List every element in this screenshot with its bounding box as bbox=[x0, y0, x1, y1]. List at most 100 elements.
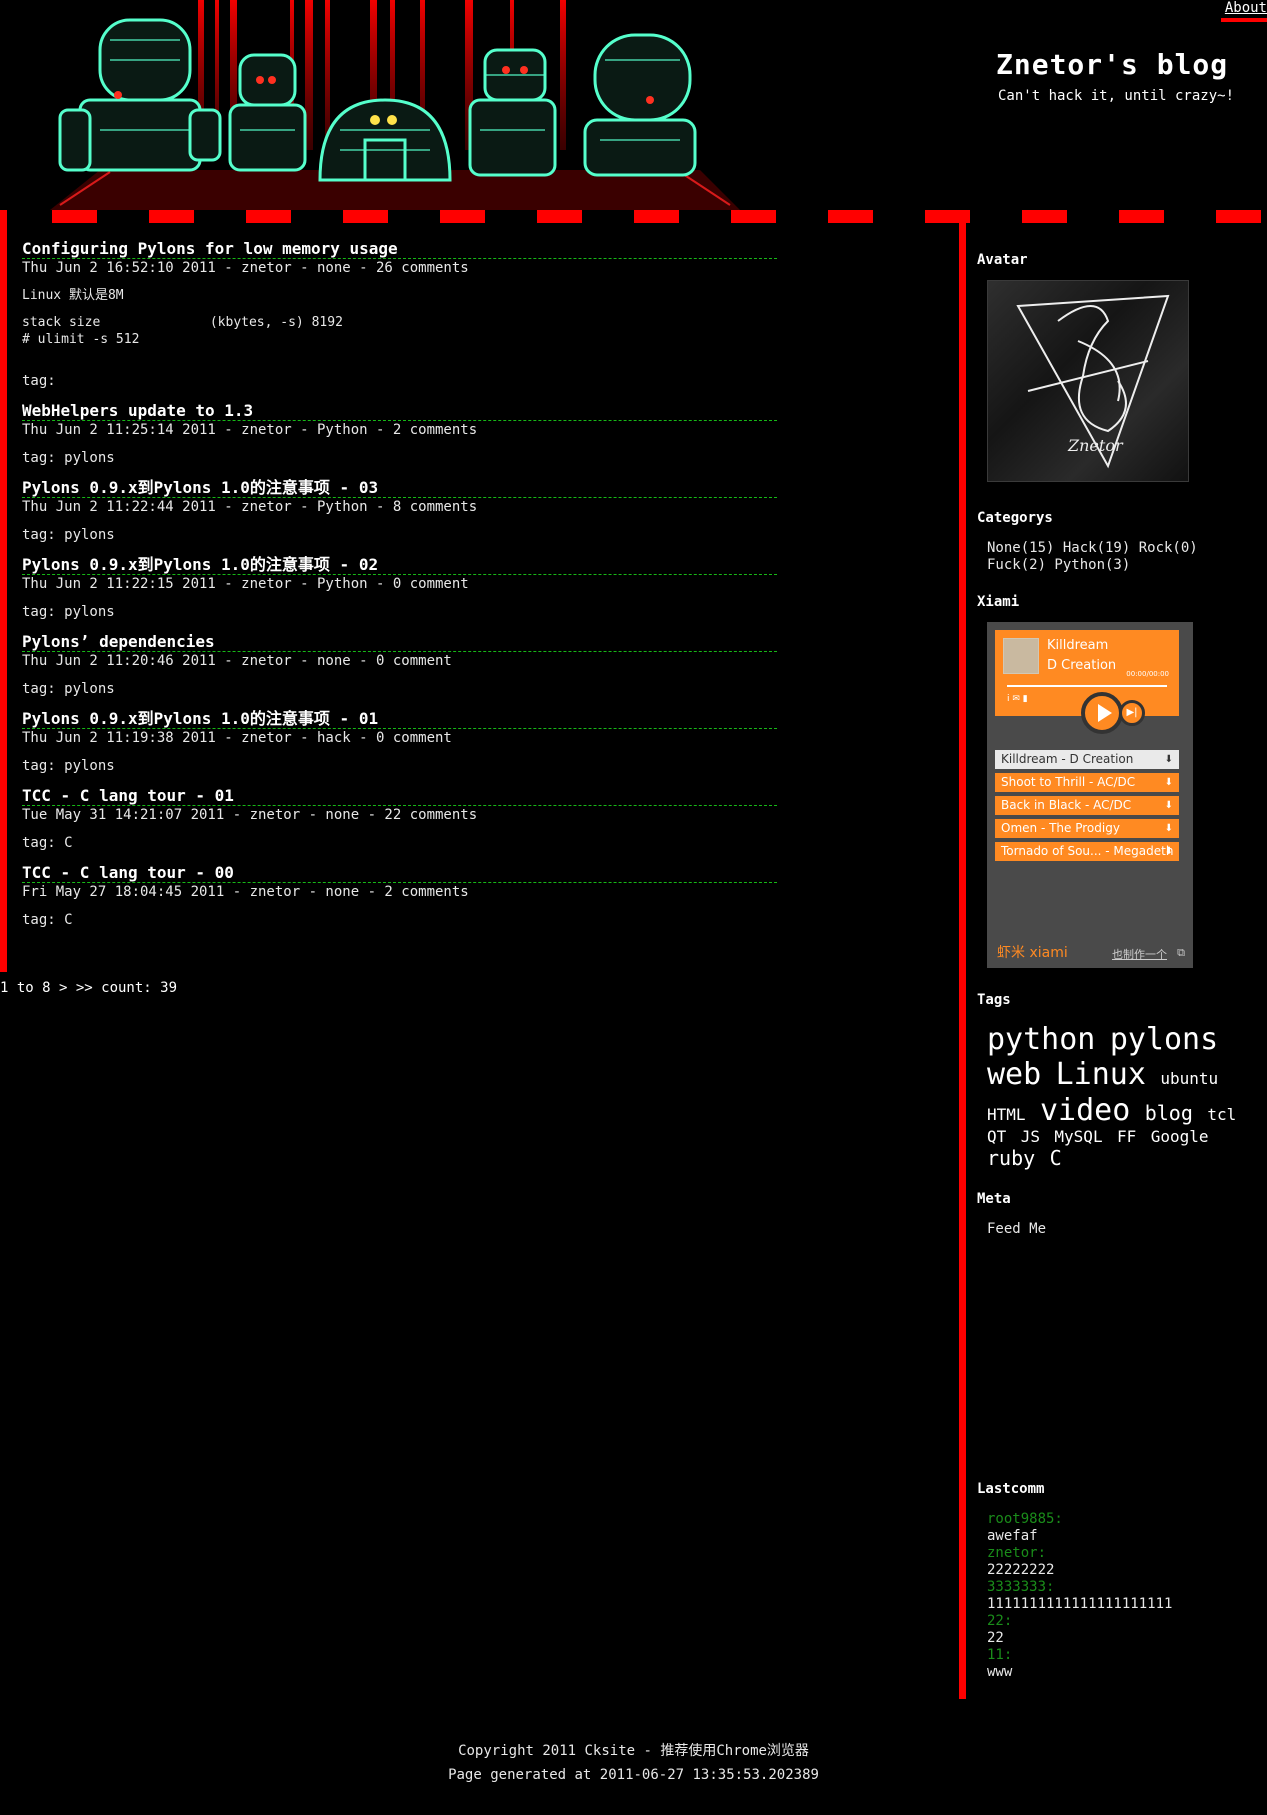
post-title[interactable]: WebHelpers update to 1.3 bbox=[22, 402, 777, 421]
site-title[interactable]: Znetor's blog bbox=[996, 48, 1228, 81]
post-title[interactable]: Pylons 0.9.x到Pylons 1.0的注意事项 - 02 bbox=[22, 556, 777, 575]
widget-title: Tags bbox=[977, 992, 1011, 1008]
widget-avatar: Avatar Znetor bbox=[977, 252, 1262, 486]
widget-title: Avatar bbox=[977, 252, 1028, 268]
comment-text[interactable]: awefaf bbox=[987, 1528, 1262, 1545]
post-title[interactable]: Configuring Pylons for low memory usage bbox=[22, 240, 777, 259]
categories-list[interactable]: None(15) Hack(19) Rock(0) Fuck(2) Python… bbox=[977, 540, 1262, 574]
comment-author: 11: bbox=[987, 1646, 1013, 1663]
tag-link[interactable]: Linux bbox=[1056, 1057, 1146, 1092]
tag-link[interactable]: QT bbox=[987, 1127, 1006, 1146]
post-body: Linux 默认是8M stack size (kbytes, -s) 8192… bbox=[22, 287, 777, 348]
post-title[interactable]: Pylons’ dependencies bbox=[22, 633, 777, 652]
comment-author: znetor: bbox=[987, 1544, 1047, 1561]
tag-link[interactable]: FF bbox=[1117, 1127, 1136, 1146]
tag-link[interactable]: MySQL bbox=[1054, 1127, 1102, 1146]
post-meta: Thu Jun 2 11:22:15 2011 - znetor - Pytho… bbox=[22, 576, 469, 592]
post: Pylons 0.9.x到Pylons 1.0的注意事项 - 03 Thu Ju… bbox=[22, 479, 777, 544]
pagination[interactable]: 1 to 8 > >> count: 39 bbox=[0, 980, 177, 996]
post: TCC - C lang tour - 00 Fri May 27 18:04:… bbox=[22, 864, 777, 929]
download-icon[interactable]: ⬇ bbox=[1165, 796, 1173, 815]
post-title[interactable]: TCC - C lang tour - 01 bbox=[22, 787, 777, 806]
playlist-item[interactable]: Back in Black - AC/DC ⬇ bbox=[995, 796, 1179, 815]
widget-tags: Tags python pylons web Linux ubuntu HTML… bbox=[977, 992, 1262, 1171]
playlist: Killdream - D Creation ⬇ Shoot to Thrill … bbox=[995, 750, 1179, 865]
tag-link[interactable]: python bbox=[987, 1022, 1095, 1057]
avatar: Znetor bbox=[987, 280, 1189, 482]
progress-bar[interactable] bbox=[1007, 685, 1167, 687]
sidebar: Avatar Znetor Categorys None(15) Hack(19… bbox=[977, 252, 1262, 1681]
tag-link[interactable]: ubuntu bbox=[1160, 1069, 1218, 1088]
playlist-item[interactable]: Omen - The Prodigy ⬇ bbox=[995, 819, 1179, 838]
tag-link[interactable]: C bbox=[1050, 1146, 1062, 1170]
about-link[interactable]: About bbox=[1220, 0, 1267, 22]
feed-link[interactable]: Feed Me bbox=[987, 1221, 1046, 1237]
tag-link[interactable]: Google bbox=[1151, 1127, 1209, 1146]
post-tag: tag: pylons bbox=[22, 681, 115, 697]
header-divider bbox=[0, 210, 1267, 223]
comment-text[interactable]: 22 bbox=[987, 1630, 1262, 1647]
tag-link[interactable]: video bbox=[1040, 1093, 1130, 1128]
avatar-wrap: Znetor bbox=[977, 268, 1262, 486]
post-meta: Thu Jun 2 11:19:38 2011 - znetor - hack … bbox=[22, 730, 452, 746]
post-tag: tag: pylons bbox=[22, 758, 115, 774]
post-meta: Thu Jun 2 11:25:14 2011 - znetor - Pytho… bbox=[22, 422, 478, 438]
tag-link[interactable]: tcl bbox=[1207, 1105, 1236, 1124]
post: WebHelpers update to 1.3 Thu Jun 2 11:25… bbox=[22, 402, 777, 467]
post: Configuring Pylons for low memory usage … bbox=[22, 240, 777, 390]
svg-text:Znetor: Znetor bbox=[1067, 436, 1124, 455]
external-link-icon[interactable]: ⧉ bbox=[1177, 946, 1185, 960]
post-title[interactable]: TCC - C lang tour - 00 bbox=[22, 864, 777, 883]
download-icon[interactable]: ⬇ bbox=[1165, 819, 1173, 838]
post-list: Configuring Pylons for low memory usage … bbox=[22, 240, 777, 941]
right-red-bar bbox=[959, 222, 966, 1699]
post-meta: Thu Jun 2 11:20:46 2011 - znetor - none … bbox=[22, 653, 452, 669]
tag-link[interactable]: ruby bbox=[987, 1146, 1035, 1170]
footer-copyright: Copyright 2011 Cksite - 推荐使用Chrome浏览器 bbox=[458, 1743, 809, 1759]
tag-link[interactable]: blog bbox=[1145, 1101, 1193, 1125]
post-meta: Thu Jun 2 11:22:44 2011 - znetor - Pytho… bbox=[22, 499, 478, 515]
post-title[interactable]: Pylons 0.9.x到Pylons 1.0的注意事项 - 03 bbox=[22, 479, 777, 498]
widget-xiami: Xiami Killdream D Creation 00:00/00:00 i… bbox=[977, 594, 1262, 968]
left-red-bar bbox=[0, 210, 7, 972]
post-meta: Tue May 31 14:21:07 2011 - znetor - none… bbox=[22, 807, 478, 823]
post-tag: tag: pylons bbox=[22, 604, 115, 620]
tag-link[interactable]: pylons bbox=[1110, 1022, 1218, 1057]
widget-meta: Meta Feed Me bbox=[977, 1191, 1262, 1237]
comment-text[interactable]: www bbox=[987, 1664, 1262, 1681]
xiami-player: Killdream D Creation 00:00/00:00 i ✉ ▮ ▶… bbox=[987, 622, 1193, 968]
xiami-logo[interactable]: 虾米 xiami bbox=[997, 942, 1068, 962]
tag-cloud: python pylons web Linux ubuntu HTML vide… bbox=[977, 1022, 1262, 1171]
post-tag: tag: pylons bbox=[22, 450, 115, 466]
play-icon[interactable] bbox=[1081, 692, 1123, 734]
song-time: 00:00/00:00 bbox=[1126, 670, 1169, 678]
download-icon[interactable]: ⬇ bbox=[1165, 842, 1173, 861]
track-label: Tornado of Sou... - Megadeth bbox=[1001, 844, 1174, 858]
download-icon[interactable]: ⬇ bbox=[1165, 750, 1173, 769]
post-title[interactable]: Pylons 0.9.x到Pylons 1.0的注意事项 - 01 bbox=[22, 710, 777, 729]
tag-link[interactable]: JS bbox=[1021, 1127, 1040, 1146]
widget-lastcomm: Lastcomm root9885: awefaf znetor: 222222… bbox=[977, 1481, 1262, 1681]
post-meta: Thu Jun 2 16:52:10 2011 - znetor - none … bbox=[22, 260, 469, 276]
post: TCC - C lang tour - 01 Tue May 31 14:21:… bbox=[22, 787, 777, 852]
playlist-item[interactable]: Shoot to Thrill - AC/DC ⬇ bbox=[995, 773, 1179, 792]
widget-title: Lastcomm bbox=[977, 1480, 1045, 1497]
header-banner-image bbox=[50, 0, 740, 210]
widget-title: Categorys bbox=[977, 510, 1053, 526]
comment-author: root9885: bbox=[987, 1510, 1063, 1527]
post: Pylons’ dependencies Thu Jun 2 11:20:46 … bbox=[22, 633, 777, 698]
download-icon[interactable]: ⬇ bbox=[1165, 773, 1173, 792]
comment-text[interactable]: 22222222 bbox=[987, 1562, 1262, 1579]
post-body-code: stack size (kbytes, -s) 8192 # ulimit -s… bbox=[22, 315, 343, 347]
track-label: Shoot to Thrill - AC/DC bbox=[1001, 775, 1136, 789]
next-icon[interactable]: ▶| bbox=[1119, 700, 1145, 726]
post-tag: tag: bbox=[22, 373, 56, 389]
tag-link[interactable]: HTML bbox=[987, 1105, 1026, 1124]
make-one-link[interactable]: 也制作一个 bbox=[1112, 946, 1167, 962]
info-icons[interactable]: i ✉ ▮ bbox=[1007, 694, 1028, 704]
playlist-item[interactable]: Killdream - D Creation ⬇ bbox=[995, 750, 1179, 769]
comment-text[interactable]: 1111111111111111111111 bbox=[987, 1596, 1262, 1613]
comment-author: 3333333: bbox=[987, 1578, 1055, 1595]
tag-link[interactable]: web bbox=[987, 1057, 1041, 1092]
playlist-item[interactable]: Tornado of Sou... - Megadeth ⬇ bbox=[995, 842, 1179, 861]
